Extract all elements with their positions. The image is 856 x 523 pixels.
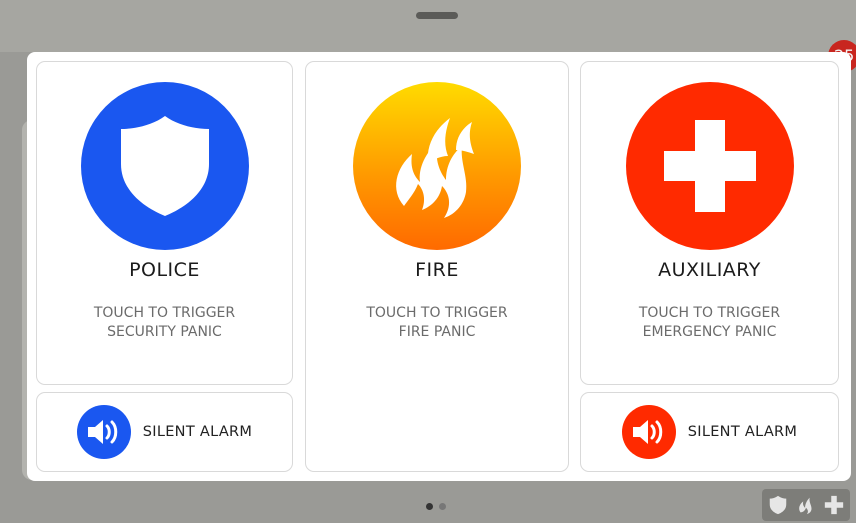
shield-icon — [120, 116, 209, 216]
police-silent-alarm-button[interactable]: SILENT ALARM — [36, 392, 293, 472]
auxiliary-silent-alarm-label: SILENT ALARM — [687, 424, 798, 440]
fire-subtitle-line1: TOUCH TO TRIGGER — [366, 305, 508, 321]
fire-icon-circle — [353, 82, 521, 250]
auxiliary-silent-alarm-icon — [621, 405, 676, 459]
page-dot-active[interactable] — [426, 503, 433, 510]
page-dot[interactable] — [439, 503, 446, 510]
police-subtitle-line1: TOUCH TO TRIGGER — [93, 305, 236, 321]
police-silent-alarm-icon — [76, 405, 131, 459]
auxiliary-subtitle: TOUCH TO TRIGGER EMERGENCY PANIC — [581, 304, 838, 342]
pull-down-handle[interactable] — [416, 12, 458, 19]
police-subtitle-line2: SECURITY PANIC — [107, 324, 222, 340]
speaker-icon — [632, 420, 663, 444]
police-icon-circle — [80, 82, 249, 250]
quick-panic-button[interactable] — [762, 489, 850, 521]
auxiliary-silent-alarm-button[interactable]: SILENT ALARM — [580, 392, 839, 472]
police-silent-alarm-label: SILENT ALARM — [142, 424, 253, 440]
background-header — [0, 0, 856, 52]
medical-cross-icon — [824, 495, 844, 515]
flame-icon — [396, 118, 474, 218]
police-title: POLICE — [129, 259, 200, 281]
shield-icon — [769, 495, 787, 515]
fire-subtitle-line2: FIRE PANIC — [398, 324, 476, 340]
speaker-icon — [87, 420, 118, 444]
flame-icon — [799, 497, 812, 515]
medical-cross-icon — [663, 120, 756, 212]
fire-subtitle: TOUCH TO TRIGGER FIRE PANIC — [306, 304, 568, 342]
auxiliary-icon-circle — [625, 82, 794, 250]
page-indicator — [426, 503, 446, 510]
auxiliary-subtitle-line2: EMERGENCY PANIC — [642, 324, 777, 340]
police-panic-button[interactable]: POLICE TOUCH TO TRIGGER SECURITY PANIC — [36, 61, 293, 385]
panic-modal: POLICE TOUCH TO TRIGGER SECURITY PANIC F… — [27, 52, 851, 481]
auxiliary-title: AUXILIARY — [658, 259, 761, 281]
auxiliary-subtitle-line1: TOUCH TO TRIGGER — [638, 305, 781, 321]
fire-title: FIRE — [415, 259, 459, 281]
police-subtitle: TOUCH TO TRIGGER SECURITY PANIC — [37, 304, 292, 342]
fire-panic-button[interactable]: FIRE TOUCH TO TRIGGER FIRE PANIC — [305, 61, 569, 472]
auxiliary-panic-button[interactable]: AUXILIARY TOUCH TO TRIGGER EMERGENCY PAN… — [580, 61, 839, 385]
